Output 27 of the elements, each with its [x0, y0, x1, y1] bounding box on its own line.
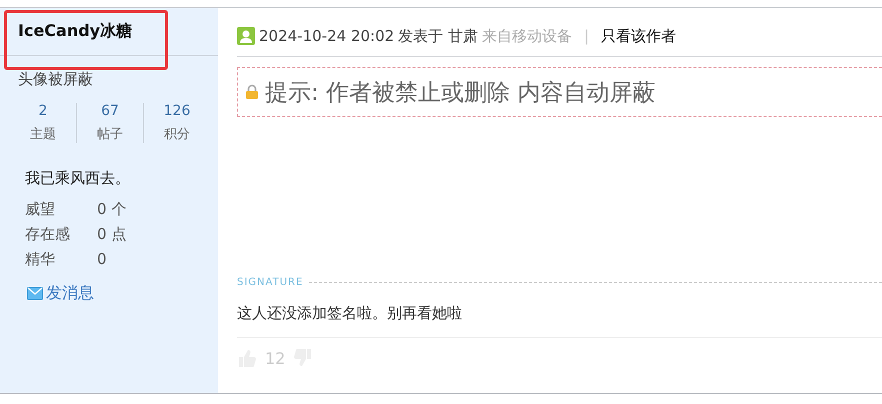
signature-text: 这人还没添加签名啦。别再看她啦 — [237, 304, 463, 323]
stat-value[interactable]: 2 — [38, 103, 48, 119]
stat-label: 帖子 — [97, 126, 123, 143]
lock-icon — [245, 84, 259, 100]
notice-text: 提示: 作者被禁止或删除 内容自动屏蔽 — [265, 78, 656, 108]
user-icon — [237, 27, 255, 45]
send-message-link[interactable]: 发消息 — [27, 283, 218, 304]
field-value: 0 点 — [97, 225, 128, 244]
field-value: 0 个 — [97, 200, 128, 219]
stat-label: 主题 — [30, 126, 56, 143]
field-label: 精华 — [25, 250, 56, 269]
separator: | — [584, 27, 590, 45]
author-only-link[interactable]: 只看该作者 — [601, 26, 676, 46]
post-source: 来自移动设备 — [482, 26, 572, 46]
signature-label: SIGNATURE — [237, 277, 304, 288]
avatar-note: 头像被屏蔽 — [18, 70, 94, 89]
stat-value[interactable]: 126 — [164, 103, 190, 119]
post-time: 2024-10-24 20:02 — [259, 27, 394, 45]
user-title: 我已乘风西去。 — [25, 169, 131, 188]
field-label: 威望 — [25, 200, 56, 219]
stat-value[interactable]: 67 — [101, 103, 119, 119]
author-name[interactable]: IceCandy冰糖 — [18, 21, 132, 42]
envelope-icon — [27, 287, 43, 300]
field-value: 0 — [97, 250, 108, 269]
stat-label: 积分 — [164, 126, 190, 143]
post-location: 发表于 甘肃 — [398, 26, 478, 46]
field-label: 存在感 — [25, 225, 71, 244]
